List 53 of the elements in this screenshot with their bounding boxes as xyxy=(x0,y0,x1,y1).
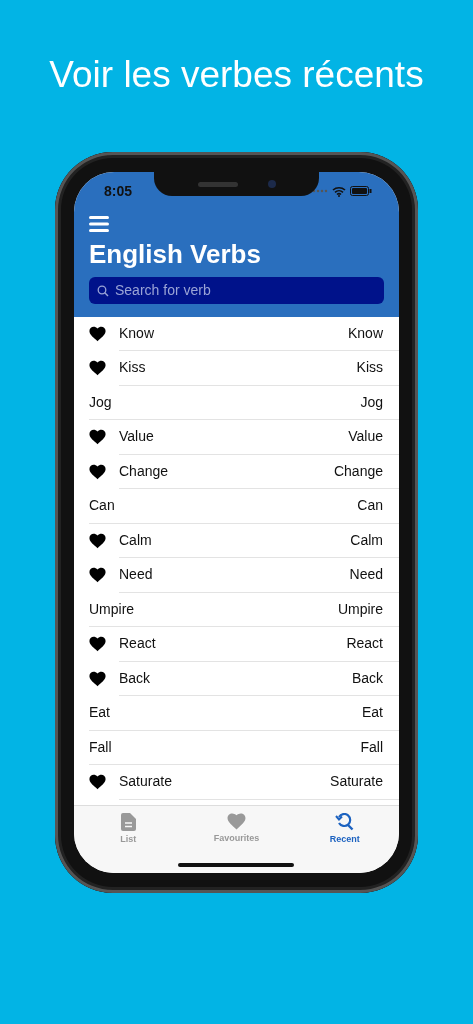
translation-text: Kiss xyxy=(356,358,383,378)
document-icon xyxy=(120,813,136,831)
translation-text: Value xyxy=(348,427,383,447)
battery-icon xyxy=(350,186,372,196)
verb-row[interactable]: Fall Fall xyxy=(74,730,399,766)
verb-row[interactable]: Kiss Kiss xyxy=(74,351,399,386)
verb-row[interactable]: Saturate Saturate xyxy=(74,765,399,800)
verb-row[interactable]: Umpire Umpire xyxy=(74,592,399,628)
verb-text: Know xyxy=(119,323,155,343)
verb-row[interactable]: Can Can xyxy=(74,489,399,524)
translation-text: Know xyxy=(347,323,383,343)
tab-button[interactable]: Recent xyxy=(290,813,399,873)
translation-text: Back xyxy=(351,668,383,688)
verb-row[interactable]: Back Back xyxy=(74,661,399,697)
verb-row[interactable]: Value Value xyxy=(74,420,399,455)
verb-text: Need xyxy=(119,565,153,585)
verb-row[interactable]: Need Need xyxy=(74,558,399,593)
verb-text: Change xyxy=(119,461,169,481)
headline: Voir les verbes récents xyxy=(49,52,424,97)
verb-text: Umpire xyxy=(89,599,135,619)
translation-text: Change xyxy=(333,461,383,481)
verb-text: Back xyxy=(119,668,151,688)
status-time: 8:05 xyxy=(104,181,133,201)
translation-text: Jog xyxy=(360,392,383,412)
verb-text: Eat xyxy=(89,703,110,723)
translation-text: Umpire xyxy=(337,599,383,619)
wifi-icon xyxy=(332,185,346,197)
verb-row[interactable]: Change Change xyxy=(74,454,399,490)
verb-row[interactable]: React React xyxy=(74,627,399,662)
translation-text: Fall xyxy=(360,737,383,757)
translation-text: React xyxy=(346,634,383,654)
verb-text: Saturate xyxy=(119,772,172,792)
app-title: English Verbs xyxy=(89,240,262,269)
translation-text: Eat xyxy=(362,703,383,723)
verb-text: Kiss xyxy=(119,358,146,378)
menu-icon[interactable] xyxy=(89,216,109,233)
verb-row[interactable]: Jog Jog xyxy=(74,385,399,421)
translation-text: Saturate xyxy=(330,772,383,792)
translation-text: Need xyxy=(349,565,383,585)
verb-row[interactable]: Know Know xyxy=(74,316,399,352)
heart-icon xyxy=(227,813,246,830)
verb-row[interactable]: Eat Eat xyxy=(74,696,399,731)
verb-row[interactable]: Calm Calm xyxy=(74,523,399,559)
verb-text: Can xyxy=(89,496,115,516)
verb-text: Value xyxy=(119,427,154,447)
verb-text: Fall xyxy=(89,737,112,757)
verb-text: Jog xyxy=(89,392,112,412)
verb-text: Calm xyxy=(119,530,152,550)
verb-text: React xyxy=(119,634,156,654)
search-history-icon xyxy=(335,813,355,831)
translation-text: Calm xyxy=(350,530,383,550)
translation-text: Can xyxy=(357,496,383,516)
search-field[interactable]: Search for verb xyxy=(89,276,384,304)
